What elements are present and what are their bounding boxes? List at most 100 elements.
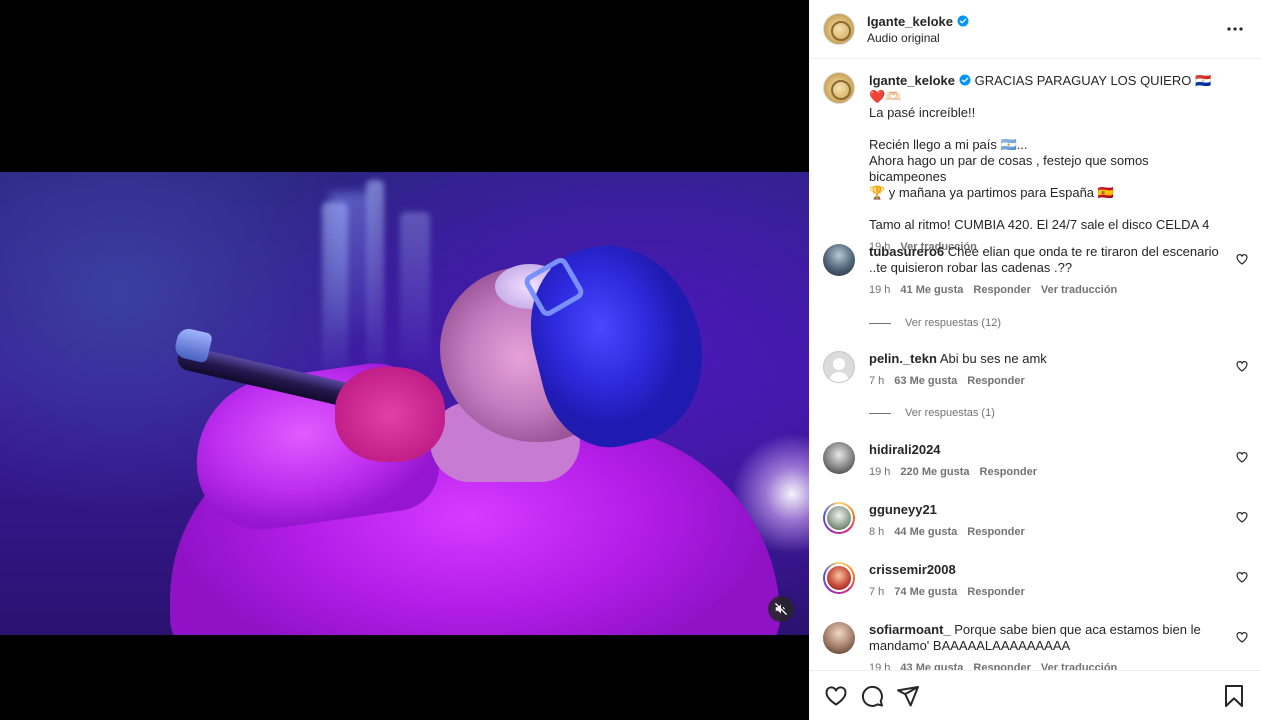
more-options-button[interactable] (1223, 17, 1247, 41)
comment-text: tubasurero6 Chee elian que onda te re ti… (869, 244, 1219, 260)
commenter-avatar[interactable] (823, 442, 855, 474)
view-replies-button[interactable]: Ver respuestas (1) (869, 407, 995, 419)
share-button[interactable] (895, 683, 921, 709)
commenter-avatar[interactable] (823, 562, 855, 594)
author-info: lgante_keloke Audio original (867, 14, 969, 45)
caption-line: Tamo al ritmo! CUMBIA 420. El 24/7 sale … (869, 217, 1210, 232)
caption-line: 🏆 y mañana ya partimos para España 🇪🇸 (869, 185, 1114, 200)
comment-likes[interactable]: 74 Me gusta (894, 584, 957, 600)
muted-speaker-icon (775, 603, 787, 615)
comment-like-heart-icon[interactable] (1235, 570, 1249, 584)
details-panel: lgante_keloke Audio original lgante_kelo… (809, 0, 1261, 720)
comment-like-heart-icon[interactable] (1235, 252, 1249, 266)
performer-hand (335, 367, 445, 462)
comment-time[interactable]: 19 h (869, 464, 890, 480)
comment-likes[interactable]: 63 Me gusta (894, 373, 957, 389)
commenter-username[interactable]: pelin._tekn (869, 351, 937, 366)
comment-content: crissemir2008 7 h 74 Me gusta Responder (869, 562, 1219, 600)
author-username-text[interactable]: lgante_keloke (867, 14, 953, 29)
commenter-username[interactable]: sofiarmoant_ (869, 622, 951, 637)
comment-like-heart-icon[interactable] (1235, 359, 1249, 373)
author-username[interactable]: lgante_keloke (867, 14, 969, 29)
comment-like-heart-icon[interactable] (1235, 450, 1249, 464)
verified-badge-icon (957, 15, 969, 27)
verified-badge-icon (959, 74, 971, 86)
author-avatar[interactable] (823, 72, 855, 104)
comment-time[interactable]: 7 h (869, 584, 884, 600)
comment-like-heart-icon[interactable] (1235, 630, 1249, 644)
comment-item: sofiarmoant_ Porque sabe bien que aca es… (823, 622, 1249, 670)
comment-like-heart-icon[interactable] (1235, 510, 1249, 524)
comment-meta: 19 h 41 Me gusta Responder Ver traducció… (869, 282, 1219, 298)
view-replies-label[interactable]: Ver respuestas (12) (905, 317, 1001, 329)
post-modal: lgante_keloke Audio original lgante_kelo… (0, 0, 1261, 720)
reply-button[interactable]: Responder (967, 373, 1024, 389)
comment-likes[interactable]: 43 Me gusta (900, 660, 963, 670)
caption-content: lgante_keloke GRACIAS PARAGUAY LOS QUIER… (869, 73, 1229, 255)
reply-button[interactable]: Responder (967, 524, 1024, 540)
comments-scroll-area[interactable]: lgante_keloke GRACIAS PARAGUAY LOS QUIER… (809, 60, 1261, 670)
author-avatar[interactable] (823, 13, 855, 45)
reply-button[interactable]: Responder (973, 660, 1030, 670)
view-replies-button[interactable]: Ver respuestas (12) (869, 317, 1001, 329)
like-button[interactable] (823, 683, 849, 709)
avatar-image (825, 504, 853, 532)
reply-button[interactable]: Responder (967, 584, 1024, 600)
comment-body: Porque sabe bien que aca estamos bien le (954, 622, 1201, 637)
reply-button[interactable]: Responder (980, 464, 1037, 480)
comment-text: pelin._tekn Abi bu ses ne amk (869, 351, 1219, 367)
see-translation-link[interactable]: Ver traducción (1041, 282, 1117, 298)
save-button[interactable] (1221, 683, 1247, 709)
commenter-username[interactable]: hidirali2024 (869, 442, 941, 457)
comment-content: hidirali2024 19 h 220 Me gusta Responder (869, 442, 1219, 480)
comment-item: gguneyy21 8 h 44 Me gusta Responder (823, 502, 1249, 542)
see-translation-link[interactable]: Ver traducción (1041, 660, 1117, 670)
comment-text: hidirali2024 (869, 442, 1219, 458)
comment-content: tubasurero6 Chee elian que onda te re ti… (869, 244, 1219, 298)
commenter-avatar[interactable] (823, 351, 855, 383)
more-options-icon (1227, 27, 1243, 31)
comment-likes[interactable]: 41 Me gusta (900, 282, 963, 298)
comment-content: pelin._tekn Abi bu ses ne amk 7 h 63 Me … (869, 351, 1219, 389)
comment-body: Chee elian que onda te re tiraron del es… (947, 244, 1219, 259)
heart-icon (825, 685, 847, 705)
commenter-avatar[interactable] (823, 244, 855, 276)
view-replies-label[interactable]: Ver respuestas (1) (905, 407, 995, 419)
commenter-avatar[interactable] (823, 502, 855, 534)
caption-line (869, 201, 1229, 217)
comment-button[interactable] (859, 683, 885, 709)
mute-button[interactable] (768, 596, 794, 622)
video-player[interactable] (0, 172, 809, 635)
media-panel (0, 0, 809, 720)
commenter-username[interactable]: tubasurero6 (869, 244, 944, 259)
comment-meta: 19 h 43 Me gusta Responder Ver traducció… (869, 660, 1219, 670)
bookmark-icon (1225, 684, 1243, 707)
comment-time[interactable]: 19 h (869, 282, 890, 298)
comment-item: crissemir2008 7 h 74 Me gusta Responder (823, 562, 1249, 602)
comment-likes[interactable]: 220 Me gusta (900, 464, 969, 480)
comment-meta: 19 h 220 Me gusta Responder (869, 464, 1219, 480)
commenter-username[interactable]: crissemir2008 (869, 562, 956, 577)
comment-time[interactable]: 19 h (869, 660, 890, 670)
comment-likes[interactable]: 44 Me gusta (894, 524, 957, 540)
comment-body: mandamo' BAAAAALAAAAAAAAA (869, 638, 1071, 653)
comment-text: gguneyy21 (869, 502, 1219, 518)
share-icon (897, 685, 919, 706)
replies-divider (869, 322, 891, 324)
caption-line: La pasé increíble!! (869, 105, 976, 120)
comment-item: pelin._tekn Abi bu ses ne amk 7 h 63 Me … (823, 351, 1249, 395)
caption-username[interactable]: lgante_keloke (869, 73, 955, 88)
post-caption: lgante_keloke GRACIAS PARAGUAY LOS QUIER… (823, 72, 1249, 253)
commenter-username[interactable]: gguneyy21 (869, 502, 937, 517)
comment-time[interactable]: 8 h (869, 524, 884, 540)
comment-body: ..te quisieron robar las cadenas .?? (869, 260, 1073, 275)
comment-text: sofiarmoant_ Porque sabe bien que aca es… (869, 622, 1219, 638)
reply-button[interactable]: Responder (973, 282, 1030, 298)
audio-link[interactable]: Audio original (867, 31, 969, 45)
comment-time[interactable]: 7 h (869, 373, 884, 389)
avatar-image (825, 564, 853, 592)
comment-meta: 7 h 63 Me gusta Responder (869, 373, 1219, 389)
commenter-avatar[interactable] (823, 622, 855, 654)
comment-meta: 8 h 44 Me gusta Responder (869, 524, 1219, 540)
stage-light (400, 212, 430, 362)
